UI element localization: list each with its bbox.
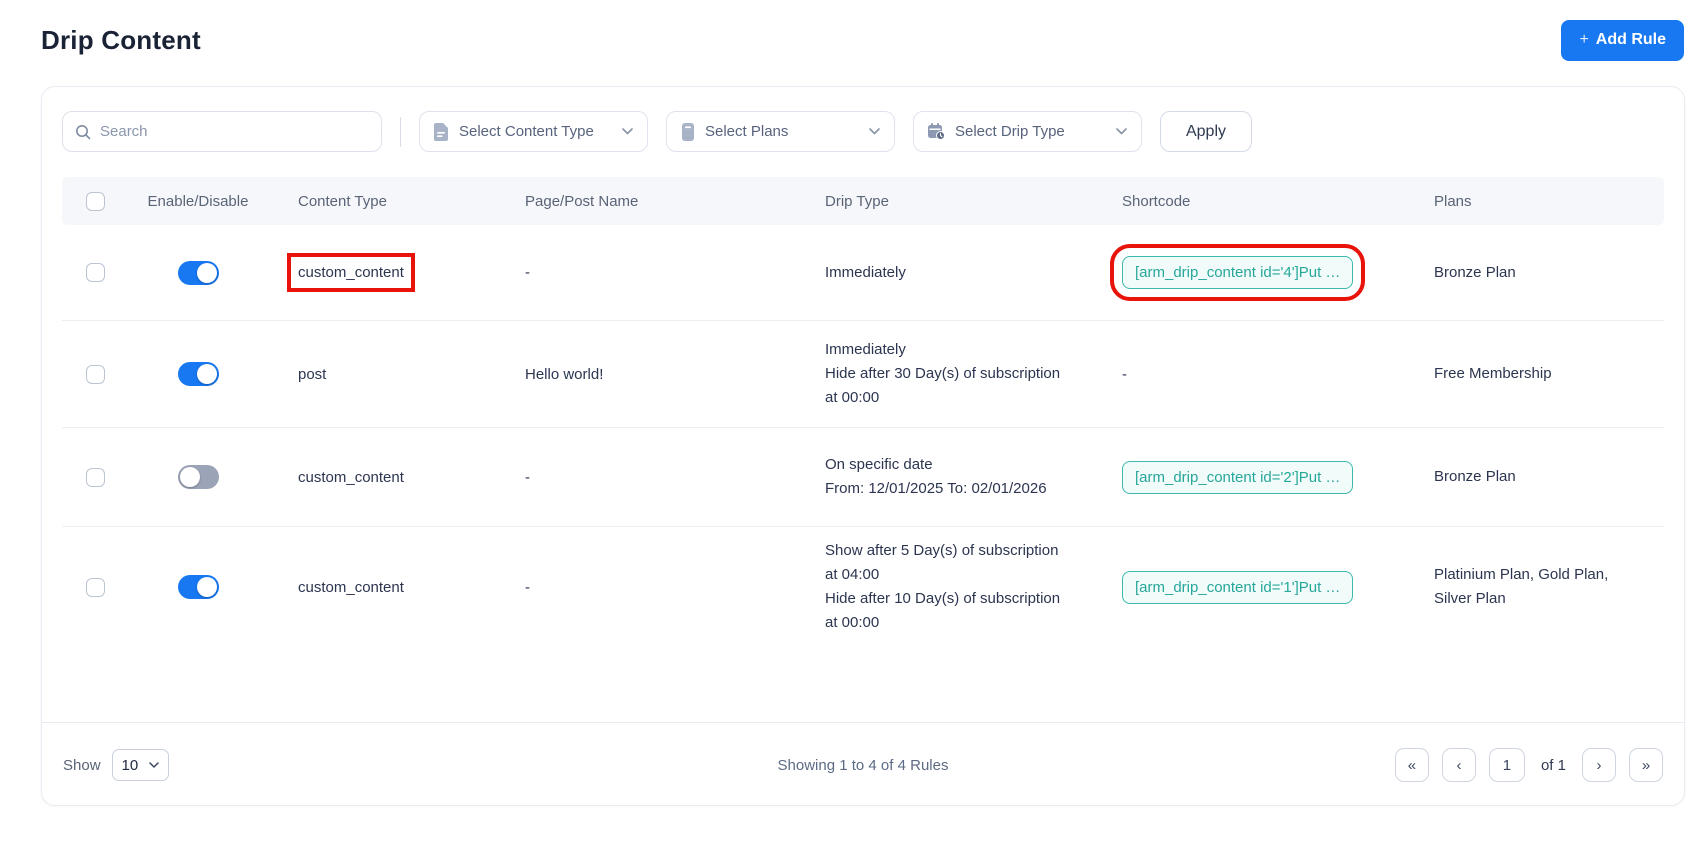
drip-type-value: Show after 5 Day(s) of subscription at 0…	[825, 542, 1061, 631]
toggle-knob	[196, 262, 217, 283]
chevron-down-icon	[622, 128, 633, 135]
search-icon	[76, 124, 91, 139]
show-label: Show	[63, 756, 101, 774]
select-all-checkbox[interactable]	[86, 191, 105, 211]
chevron-down-icon	[1116, 128, 1127, 135]
table-row: custom_content - On specific date From: …	[62, 428, 1664, 527]
table-body: custom_content - Immediately [arm_drip_c…	[62, 225, 1664, 722]
table-footer: Show 10 Showing 1 to 4 of 4 Rules « ‹ 1 …	[42, 722, 1684, 807]
column-page-post-name: Page/Post Name	[525, 192, 639, 210]
plans-value: Bronze Plan	[1434, 468, 1516, 485]
content-type-icon	[434, 122, 448, 141]
pagination-prev-button[interactable]: ‹	[1441, 748, 1476, 782]
page-post-name-value: -	[525, 578, 530, 596]
enable-disable-toggle[interactable]	[177, 465, 219, 489]
toggle-knob	[179, 467, 200, 487]
drip-type-value: Immediately	[825, 263, 906, 281]
shortcode-chip[interactable]: [arm_drip_content id='4']Put …	[1109, 244, 1366, 301]
toolbar-divider	[400, 116, 401, 147]
table-row: custom_content - Show after 5 Day(s) of …	[62, 527, 1664, 722]
content-type-value: custom_content	[298, 578, 404, 596]
drip-rules-card: Select Content Type Select Plans	[41, 86, 1685, 806]
search-input[interactable]	[100, 123, 369, 140]
table-row: post Hello world! Immediately Hide after…	[62, 321, 1664, 428]
toolbar: Select Content Type Select Plans	[62, 111, 1664, 152]
page-size-select[interactable]: 10	[111, 749, 169, 781]
plans-icon	[682, 122, 694, 141]
select-plans-dropdown[interactable]: Select Plans	[666, 111, 895, 152]
shortcode-chip[interactable]: [arm_drip_content id='2']Put …	[1122, 460, 1354, 494]
add-rule-button[interactable]: + Add Rule	[1561, 19, 1684, 61]
page-post-name-value: -	[525, 264, 530, 281]
row-checkbox[interactable]	[86, 467, 105, 487]
add-rule-label: Add Rule	[1595, 31, 1666, 48]
table-row: custom_content - Immediately [arm_drip_c…	[62, 225, 1664, 321]
pagination-current-page[interactable]: 1	[1488, 748, 1525, 782]
plans-value: Platinium Plan, Gold Plan, Silver Plan	[1434, 566, 1609, 607]
shortcode-chip[interactable]: [arm_drip_content id='1']Put …	[1122, 570, 1354, 604]
select-drip-type-dropdown[interactable]: Select Drip Type	[913, 111, 1142, 152]
page-post-name-value: Hello world!	[525, 365, 604, 383]
table-header: Enable/Disable Content Type Page/Post Na…	[62, 177, 1664, 225]
column-content-type: Content Type	[298, 192, 387, 210]
enable-disable-toggle[interactable]	[177, 362, 219, 386]
column-shortcode: Shortcode	[1122, 192, 1191, 210]
column-enable-disable: Enable/Disable	[147, 192, 249, 210]
select-plans-label: Select Plans	[705, 123, 789, 140]
plans-value: Free Membership	[1434, 365, 1552, 382]
pagination: « ‹ 1 of 1 › »	[1130, 748, 1663, 782]
drip-type-value: On specific date From: 12/01/2025 To: 02…	[825, 456, 1047, 497]
select-drip-type-label: Select Drip Type	[955, 123, 1065, 140]
plans-value: Bronze Plan	[1434, 263, 1516, 281]
chevron-down-icon	[869, 128, 880, 135]
column-plans: Plans	[1434, 192, 1472, 210]
drip-type-value: Immediately Hide after 30 Day(s) of subs…	[825, 341, 1061, 406]
enable-disable-toggle[interactable]	[177, 575, 219, 599]
page-header: Drip Content + Add Rule	[0, 0, 1701, 62]
enable-disable-toggle[interactable]	[177, 260, 219, 285]
search-box	[62, 111, 382, 152]
select-content-type-dropdown[interactable]: Select Content Type	[419, 111, 648, 152]
page-title: Drip Content	[41, 24, 201, 55]
content-type-value: post	[298, 365, 327, 383]
apply-button[interactable]: Apply	[1160, 111, 1252, 152]
rows-summary: Showing 1 to 4 of 4 Rules	[777, 756, 949, 774]
select-content-type-label: Select Content Type	[459, 123, 594, 140]
page-post-name-value: -	[525, 468, 530, 486]
toggle-knob	[196, 577, 217, 597]
chevron-down-icon	[148, 762, 159, 768]
row-checkbox[interactable]	[86, 577, 105, 597]
pagination-last-button[interactable]: »	[1628, 748, 1663, 782]
pagination-next-button[interactable]: ›	[1581, 748, 1616, 782]
page-size-control: Show 10	[63, 749, 596, 781]
shortcode-chip: -	[1122, 365, 1127, 383]
row-checkbox[interactable]	[86, 263, 105, 282]
content-type-value: custom_content	[287, 253, 415, 292]
pagination-first-button[interactable]: «	[1394, 748, 1429, 782]
pagination-of-label: of 1	[1540, 756, 1566, 774]
column-drip-type: Drip Type	[825, 192, 889, 210]
content-type-value: custom_content	[298, 468, 404, 486]
toggle-knob	[196, 364, 217, 384]
row-checkbox[interactable]	[86, 364, 105, 384]
plus-icon: +	[1579, 31, 1589, 48]
drip-type-icon	[928, 123, 945, 140]
page-size-value: 10	[121, 756, 139, 774]
